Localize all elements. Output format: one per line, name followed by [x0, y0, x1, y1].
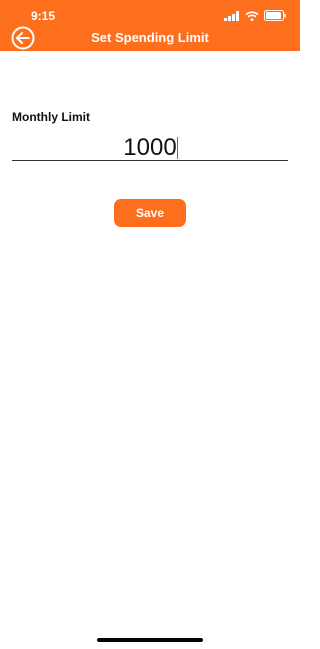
cellular-signal-icon: [224, 10, 239, 21]
battery-icon: [264, 10, 286, 21]
status-icons: [224, 10, 286, 21]
monthly-limit-label: Monthly Limit: [12, 110, 90, 124]
wifi-icon: [245, 10, 259, 21]
page-title: Set Spending Limit: [91, 30, 209, 45]
text-caret: [177, 137, 178, 159]
monthly-limit-input[interactable]: [12, 135, 288, 161]
save-button[interactable]: Save: [114, 199, 186, 227]
home-indicator: [97, 638, 203, 642]
app-header: 9:15 Set Spending Limit: [0, 0, 300, 51]
status-time: 9:15: [31, 9, 56, 23]
